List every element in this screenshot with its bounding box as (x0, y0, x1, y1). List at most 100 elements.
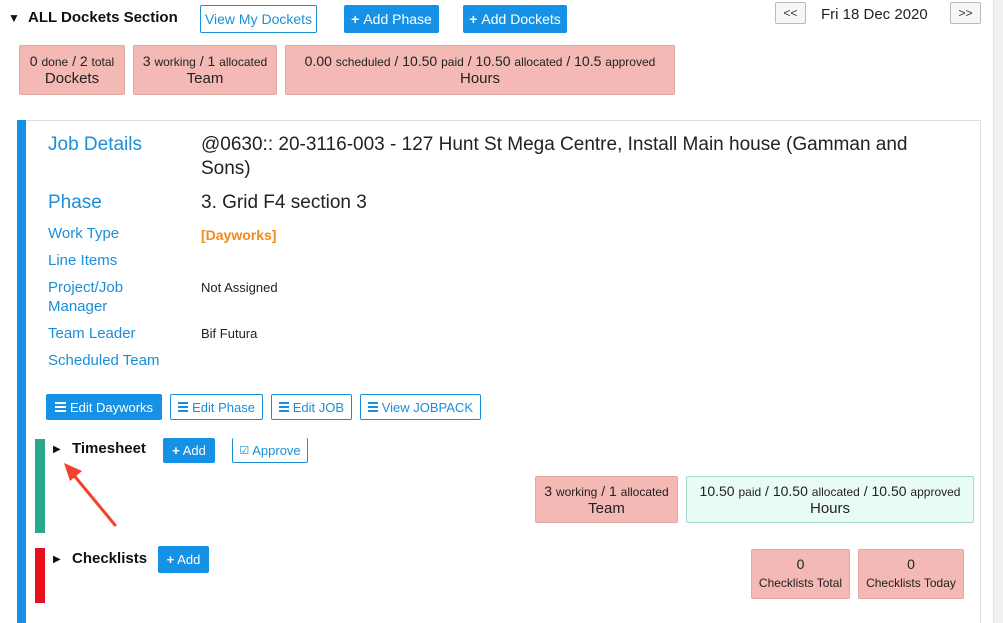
scheduled-team-label: Scheduled Team (48, 352, 160, 369)
checkbox-icon: ☑ (239, 444, 250, 457)
timesheet-add-label: Add (182, 443, 206, 458)
view-my-dockets-button[interactable]: View My Dockets (200, 5, 317, 33)
timesheet-add-button[interactable]: + Add (163, 438, 215, 463)
job-card-accent-bar (17, 120, 26, 623)
checklists-accent-bar (35, 548, 45, 603)
phase-label: Phase (48, 192, 102, 213)
current-date: Fri 18 Dec 2020 (821, 6, 928, 23)
checklists-add-label: Add (177, 552, 201, 567)
plus-icon: + (172, 443, 180, 458)
work-type-value: [Dayworks] (201, 227, 277, 243)
checklists-today-stat: 0 Checklists Today (858, 549, 964, 599)
checklists-total-stat: 0 Checklists Total (751, 549, 850, 599)
ts-hours-approved-label: approved (910, 485, 961, 499)
ts-hours-allocated-label: allocated (811, 485, 860, 499)
timesheet-team-stat: 3 working / 1 allocated Team (535, 476, 678, 523)
add-dockets-label: Add Dockets (481, 11, 561, 27)
double-chevron-left-icon: << (783, 6, 798, 20)
previous-date-button[interactable]: << (775, 2, 806, 24)
hours-approved: 10.5 (574, 53, 602, 69)
phase-value: 3. Grid F4 section 3 (201, 192, 367, 213)
ts-hours-paid-label: paid (738, 485, 762, 499)
collapse-toggle-icon[interactable]: ▼ (8, 11, 20, 25)
edit-job-label: Edit JOB (292, 399, 344, 415)
edit-dayworks-button[interactable]: Edit Dayworks (46, 394, 162, 420)
team-allocated: 1 (207, 53, 216, 69)
job-details-value: @0630:: 20-3116-003 - 127 Hunt St Mega C… (201, 134, 908, 179)
timesheet-approve-label: Approve (252, 442, 301, 458)
timesheet-accent-bar (35, 439, 45, 533)
team-working-label: working (154, 55, 196, 69)
team-working: 3 (142, 53, 151, 69)
ts-hours-approved: 10.50 (871, 483, 907, 499)
expand-triangle-icon[interactable]: ▶ (53, 554, 61, 565)
edit-phase-label: Edit Phase (192, 399, 255, 415)
ts-hours-label: Hours (809, 500, 850, 517)
separator: / (199, 53, 204, 69)
plus-icon: + (469, 11, 478, 27)
edit-phase-button[interactable]: Edit Phase (170, 394, 263, 420)
project-manager-value: Not Assigned (201, 280, 278, 295)
ts-hours-allocated: 10.50 (772, 483, 808, 499)
list-icon (279, 400, 289, 414)
checklists-title: Checklists (72, 550, 148, 567)
add-dockets-button[interactable]: + Add Dockets (463, 5, 567, 33)
edit-dayworks-label: Edit Dayworks (69, 399, 154, 415)
plus-icon: + (166, 552, 175, 567)
separator: / (72, 53, 76, 69)
hours-scheduled-label: scheduled (335, 55, 391, 69)
team-leader-value: Bif Futura (201, 326, 258, 341)
checklists-total-value: 0 (796, 556, 805, 572)
edit-job-button[interactable]: Edit JOB (271, 394, 352, 420)
team-stat-label: Team (186, 70, 224, 87)
section-title: ALL Dockets Section (28, 9, 178, 26)
team-stat: 3 working / 1 allocated Team (133, 45, 277, 95)
team-leader-label: Team Leader (48, 325, 136, 342)
checklists-total-label: Checklists Total (758, 576, 843, 590)
hours-approved-label: approved (605, 55, 656, 69)
double-chevron-right-icon: >> (958, 6, 973, 20)
ts-team-allocated-label: allocated (620, 485, 669, 499)
line-items-label: Line Items (48, 252, 118, 269)
checklists-add-button[interactable]: + Add (158, 546, 209, 573)
work-type-label: Work Type (48, 225, 120, 242)
ts-hours-paid: 10.50 (699, 483, 735, 499)
checklists-today-label: Checklists Today (866, 576, 956, 590)
view-jobpack-button[interactable]: View JOBPACK (360, 394, 481, 420)
add-phase-label: Add Phase (363, 11, 432, 27)
dockets-stat: 0 done / 2 total Dockets (19, 45, 125, 95)
ts-team-working: 3 (544, 483, 553, 499)
ts-team-allocated: 1 (608, 483, 617, 499)
hours-allocated-label: allocated (514, 55, 563, 69)
plus-icon: + (351, 11, 360, 27)
hours-paid: 10.50 (402, 53, 438, 69)
expand-triangle-icon[interactable]: ▶ (53, 444, 61, 455)
dockets-total-label: total (91, 55, 115, 69)
dockets-done: 0 (29, 53, 38, 69)
project-manager-label: Project/Job Manager (48, 279, 124, 315)
list-icon (54, 400, 66, 414)
hours-paid-label: paid (441, 55, 464, 69)
view-my-dockets-label: View My Dockets (204, 11, 313, 27)
list-icon (368, 400, 378, 414)
dockets-total: 2 (79, 53, 88, 69)
list-icon (178, 400, 189, 414)
next-date-button[interactable]: >> (950, 2, 981, 24)
hours-stat-label: Hours (459, 70, 500, 87)
add-phase-button[interactable]: + Add Phase (344, 5, 439, 33)
timesheet-approve-button[interactable]: ☑ Approve (232, 438, 308, 463)
dockets-stat-label: Dockets (44, 70, 100, 87)
team-allocated-label: allocated (219, 55, 268, 69)
hours-allocated: 10.50 (475, 53, 511, 69)
checklists-today-value: 0 (907, 556, 915, 572)
timesheet-hours-stat: 10.50 paid / 10.50 allocated / 10.50 app… (686, 476, 974, 523)
job-details-label: Job Details (48, 134, 142, 155)
ts-team-label: Team (588, 500, 625, 517)
dockets-done-label: done (41, 55, 69, 69)
hours-scheduled: 0.00 (304, 53, 332, 69)
hours-stat: 0.00 scheduled / 10.50 paid / 10.50 allo… (285, 45, 675, 95)
vertical-scrollbar[interactable] (993, 0, 1003, 623)
ts-team-working-label: working (555, 485, 598, 499)
annotation-arrow (64, 463, 117, 527)
view-jobpack-label: View JOBPACK (381, 399, 473, 415)
